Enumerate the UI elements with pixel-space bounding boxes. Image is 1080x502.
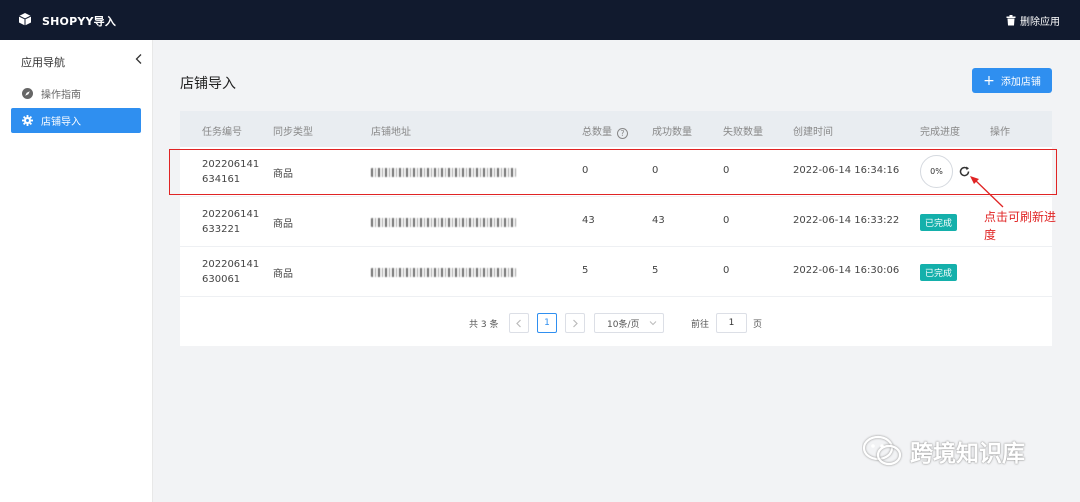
prev-page-button[interactable] <box>509 313 529 333</box>
trash-icon <box>1006 15 1016 26</box>
import-task-table: 任务编号 同步类型 店铺地址 总数量? 成功数量 失败数量 创建时间 完成进度 … <box>180 111 1052 346</box>
app-title: SHOPYY导入 <box>42 15 117 28</box>
created-time: 2022-06-14 16:30:06 <box>793 265 900 276</box>
sync-type: 商品 <box>273 169 293 180</box>
page-number-button[interactable]: 1 <box>537 313 557 333</box>
page-title: 店铺导入 <box>180 76 236 92</box>
table-row: 202206141 634161 商品 0 0 0 2022-06-14 16:… <box>180 147 1052 197</box>
plus-icon: + <box>983 72 995 89</box>
progress-circle: 0% <box>920 155 953 188</box>
sidebar-item-store-import[interactable]: 店铺导入 <box>11 108 141 133</box>
column-header: 成功数量 <box>652 127 692 138</box>
chat-bubble-icon <box>862 435 902 466</box>
sidebar: 应用导航 操作指南 店铺导入 <box>0 40 153 502</box>
table-row: 202206141 633221 商品 43 43 0 2022-06-14 1… <box>180 197 1052 247</box>
column-header: 店铺地址 <box>371 127 411 138</box>
column-header-total: 总数量? <box>582 123 628 139</box>
watermark-text: 跨境知识库 <box>910 441 1025 467</box>
task-id: 202206141 630061 <box>202 257 259 287</box>
created-time: 2022-06-14 16:34:16 <box>793 165 900 176</box>
delete-app-button[interactable]: 删除应用 <box>1006 13 1060 28</box>
column-header: 任务编号 <box>202 127 242 138</box>
created-time: 2022-06-14 16:33:22 <box>793 215 900 226</box>
sync-type: 商品 <box>273 219 293 230</box>
compass-icon <box>22 88 33 99</box>
chevron-right-icon <box>573 319 578 327</box>
progress-percent: 0% <box>930 167 943 176</box>
gear-icon <box>22 115 33 126</box>
failed-count: 0 <box>723 215 730 226</box>
status-badge: 已完成 <box>920 264 958 281</box>
page-size-value: 10条/页 <box>607 319 640 330</box>
annotation-text: 点击可刷新进度 <box>984 210 1057 242</box>
add-store-button[interactable]: + 添加店铺 <box>972 68 1052 93</box>
column-header: 失败数量 <box>723 127 763 138</box>
next-page-button[interactable] <box>565 313 585 333</box>
add-store-label: 添加店铺 <box>1000 77 1041 88</box>
task-id: 202206141 634161 <box>202 157 259 187</box>
success-count: 5 <box>652 265 659 276</box>
top-bar: SHOPYY导入 删除应用 <box>0 0 1080 40</box>
goto-page-input[interactable] <box>716 313 747 333</box>
total-count: 5 <box>582 265 589 276</box>
chevron-down-icon <box>649 321 657 326</box>
chevron-left-icon <box>516 319 521 327</box>
refresh-icon[interactable] <box>958 165 971 178</box>
chevron-left-icon[interactable] <box>134 53 144 65</box>
store-url-blurred <box>371 168 516 177</box>
task-id-line: 633221 <box>202 224 241 235</box>
task-id-line: 634161 <box>202 174 241 185</box>
sync-type: 商品 <box>273 269 293 280</box>
watermark: 跨境知识库 <box>862 434 1025 468</box>
failed-count: 0 <box>723 265 730 276</box>
task-id-line: 630061 <box>202 274 241 285</box>
table-header: 任务编号 同步类型 店铺地址 总数量? 成功数量 失败数量 创建时间 完成进度 … <box>180 111 1052 147</box>
sidebar-item-label: 店铺导入 <box>41 117 81 128</box>
page-size-select[interactable]: 10条/页 <box>594 313 664 333</box>
status-badge: 已完成 <box>920 214 958 231</box>
page-number: 1 <box>544 318 550 328</box>
column-header: 创建时间 <box>793 127 833 138</box>
task-id: 202206141 633221 <box>202 207 259 237</box>
failed-count: 0 <box>723 165 730 176</box>
goto-label: 前往 <box>691 319 710 330</box>
success-count: 43 <box>652 215 665 226</box>
delete-app-label: 删除应用 <box>1020 17 1060 28</box>
task-id-line: 202206141 <box>202 259 260 270</box>
sidebar-title: 应用导航 <box>21 56 65 69</box>
column-header: 操作 <box>990 127 1010 138</box>
success-count: 0 <box>652 165 659 176</box>
sidebar-item-guide[interactable]: 操作指南 <box>11 81 141 106</box>
page-suffix-label: 页 <box>753 319 763 330</box>
column-header: 同步类型 <box>273 127 313 138</box>
total-count: 43 <box>582 215 595 226</box>
task-id-line: 202206141 <box>202 209 260 220</box>
total-count: 0 <box>582 165 589 176</box>
table-row: 202206141 630061 商品 5 5 0 2022-06-14 16:… <box>180 247 1052 297</box>
cube-logo-icon <box>18 13 32 26</box>
pagination: 共 3 条 1 10条/页 前往 页 <box>180 313 1052 333</box>
column-header: 总数量 <box>582 127 612 138</box>
sidebar-item-label: 操作指南 <box>41 90 81 101</box>
task-id-line: 202206141 <box>202 159 260 170</box>
total-count-label: 共 3 条 <box>469 319 499 330</box>
store-url-blurred <box>371 268 516 277</box>
column-header: 完成进度 <box>920 127 960 138</box>
store-url-blurred <box>371 218 516 227</box>
help-icon[interactable]: ? <box>617 128 628 139</box>
